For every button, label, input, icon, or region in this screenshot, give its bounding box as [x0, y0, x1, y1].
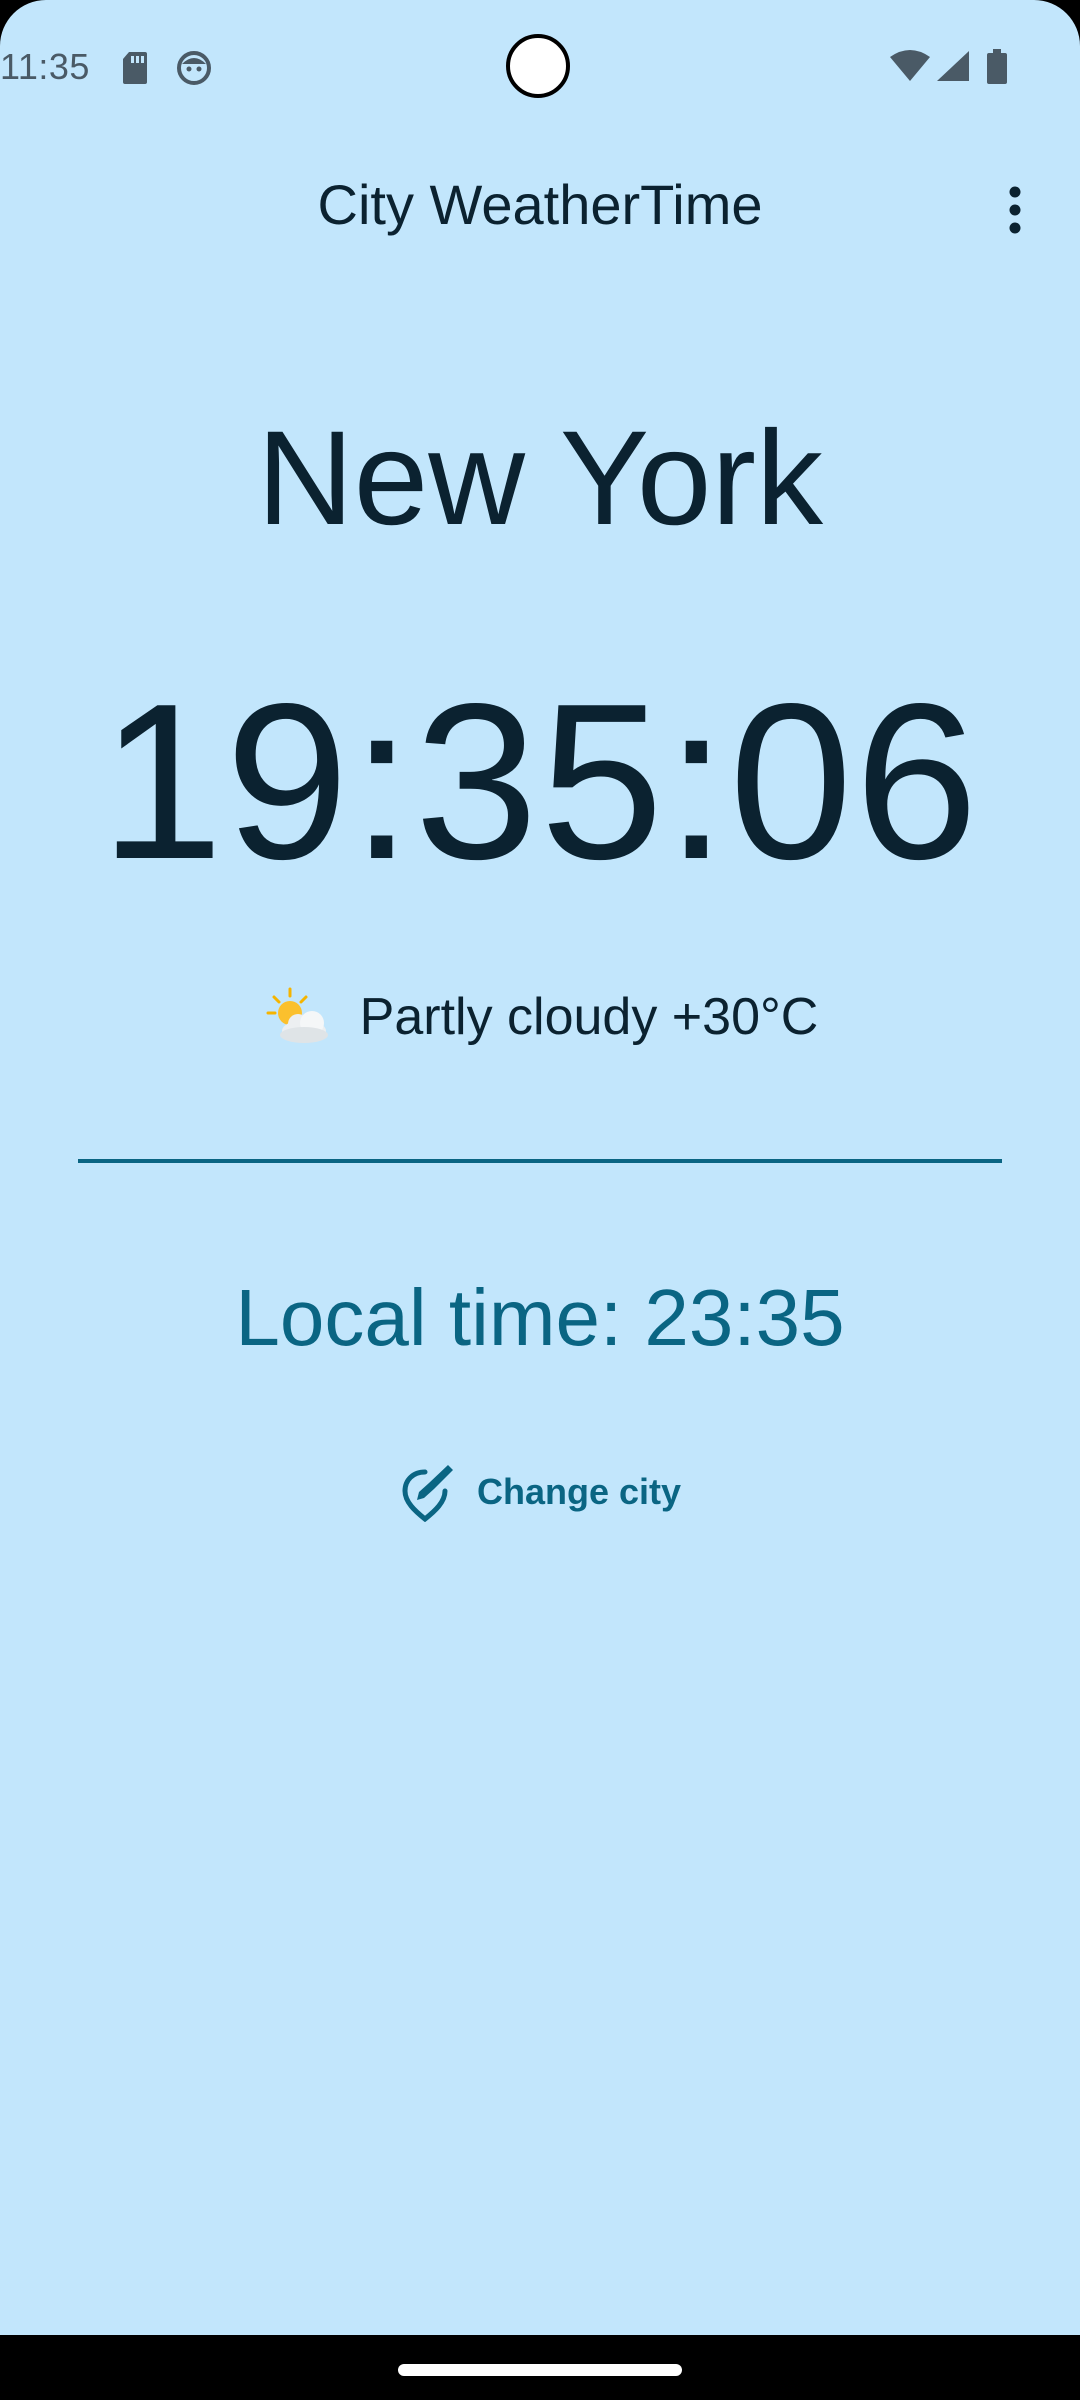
wifi-icon	[890, 50, 930, 81]
app-title: City WeatherTime	[317, 173, 763, 236]
divider	[78, 1159, 1002, 1163]
status-bar: 11:35	[0, 0, 1080, 140]
status-time: 11:35	[0, 46, 90, 87]
more-vert-icon[interactable]	[990, 180, 1040, 240]
weather-text: Partly cloudy +30°C	[359, 988, 819, 1046]
battery-icon	[987, 49, 1007, 84]
sun-behind-cloud-icon	[266, 987, 328, 1043]
change-city-label: Change city	[476, 1471, 682, 1512]
sd-card-icon	[123, 52, 147, 84]
cell-signal-icon	[937, 51, 969, 81]
change-city-button[interactable]: Change city	[385, 1452, 695, 1532]
city-clock: 19:35:06	[99, 658, 981, 906]
face-icon	[177, 51, 211, 85]
camera-cutout	[506, 34, 570, 98]
city-name: New York	[256, 404, 824, 553]
app-screen: 11:35 City WeatherTime New York 19:35:06…	[0, 0, 1080, 2400]
weather-row: Partly cloudy +30°C	[0, 985, 1080, 1049]
local-time: Local time: 23:35	[235, 1273, 845, 1362]
home-gesture-handle[interactable]	[398, 2364, 682, 2376]
edit-location-icon	[402, 1465, 453, 1522]
